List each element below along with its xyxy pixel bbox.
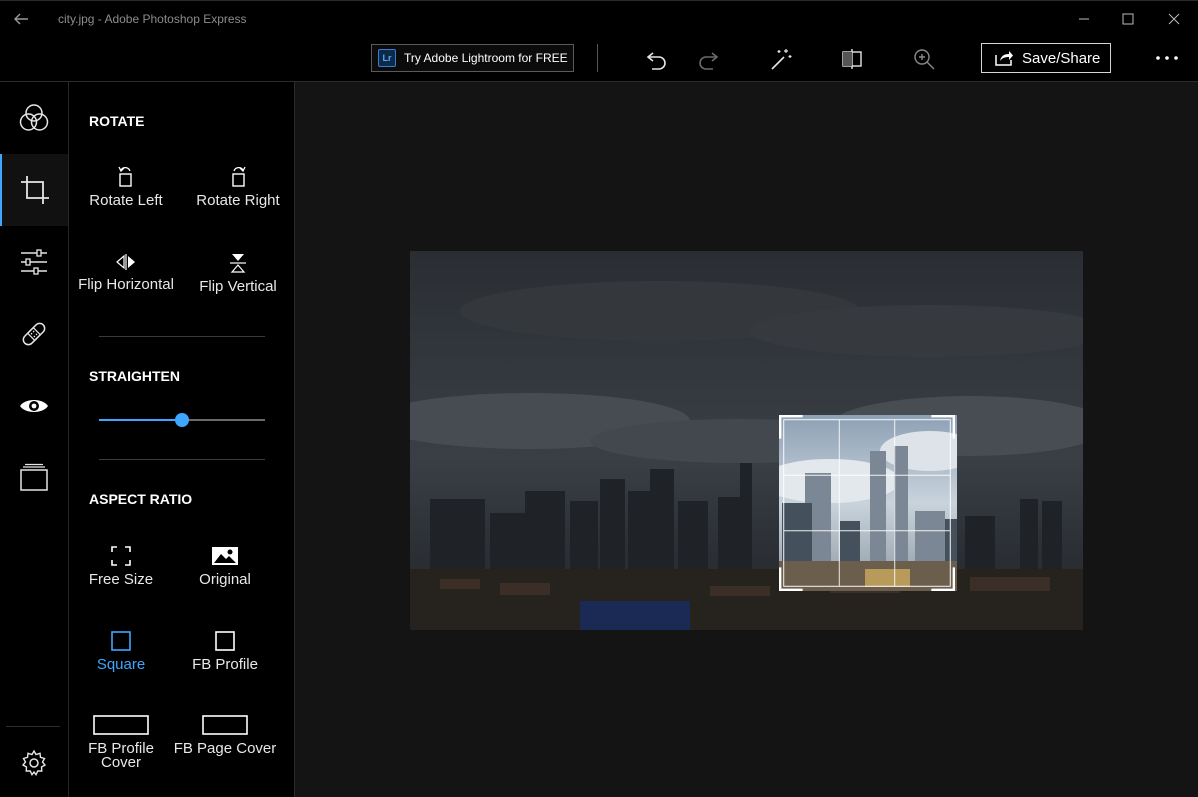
aspect-option-label: FB Profile Cover <box>88 740 154 771</box>
crop-handle-top-left <box>779 415 803 439</box>
top-toolbar: Lr Try Adobe Lightroom for FREE Save/Sha… <box>0 36 1198 82</box>
aspect-option-label: Free Size <box>88 571 154 588</box>
looks-icon <box>19 104 49 131</box>
square-icon <box>111 631 131 651</box>
rail-item-crop[interactable] <box>0 154 68 226</box>
aspect-option-label: FB Page Cover <box>173 740 277 757</box>
rail-item-borders[interactable] <box>0 442 68 514</box>
crop-panel: ROTATE Rotate Left Rotate Right Flip Hor… <box>69 82 295 797</box>
minimize-icon[interactable] <box>1074 9 1094 29</box>
rail-item-adjustments[interactable] <box>0 226 68 298</box>
rail-item-redeye[interactable] <box>0 370 68 442</box>
rotate-left-label: Rotate Left <box>89 192 163 209</box>
crop-handle-bottom-right <box>931 567 955 591</box>
image-icon <box>212 547 238 565</box>
maximize-icon[interactable] <box>1118 9 1138 29</box>
rotate-left-button[interactable]: Rotate Left <box>79 164 173 208</box>
editing-canvas <box>295 82 1198 797</box>
rotate-right-label: Rotate Right <box>196 192 280 209</box>
borders-icon <box>20 463 48 491</box>
fb-profile-icon <box>215 631 235 651</box>
straighten-slider-fill <box>99 419 182 421</box>
section-divider <box>99 459 265 460</box>
try-lightroom-label: Try Adobe Lightroom for FREE <box>404 51 568 65</box>
adjustments-icon <box>21 249 47 275</box>
rotate-section-title: ROTATE <box>89 113 145 129</box>
compare-icon[interactable] <box>839 46 865 72</box>
aspect-option-label: Square <box>96 656 146 673</box>
rotate-right-icon <box>232 166 246 187</box>
crop-handle-top-right <box>931 415 955 439</box>
save-share-button[interactable]: Save/Share <box>981 43 1111 73</box>
rail-item-settings[interactable] <box>0 727 68 797</box>
toolbar-divider <box>597 44 598 72</box>
straighten-section-title: STRAIGHTEN <box>89 368 180 384</box>
flip-vertical-label: Flip Vertical <box>199 278 277 295</box>
close-icon[interactable] <box>1164 9 1184 29</box>
aspect-fb-page-cover-button[interactable]: FB Page Cover <box>173 714 277 756</box>
aspect-original-button[interactable]: Original <box>177 545 273 587</box>
aspect-free-size-button[interactable]: Free Size <box>73 545 169 587</box>
title-bar: city.jpg - Adobe Photoshop Express <box>0 0 1198 36</box>
share-icon <box>995 51 1013 66</box>
magic-wand-icon[interactable] <box>768 46 794 72</box>
aspect-ratio-section-title: ASPECT RATIO <box>89 491 193 507</box>
fb-profile-cover-icon <box>93 715 149 735</box>
free-size-icon <box>111 546 131 566</box>
rotate-left-icon <box>118 166 132 187</box>
flip-vertical-button[interactable]: Flip Vertical <box>191 252 285 294</box>
rail-item-heal[interactable] <box>0 298 68 370</box>
flip-vertical-icon <box>230 254 246 273</box>
undo-icon[interactable] <box>644 46 670 72</box>
city-photo <box>410 251 1083 630</box>
flip-horizontal-label: Flip Horizontal <box>78 276 174 293</box>
section-divider <box>99 336 265 337</box>
rotate-right-button[interactable]: Rotate Right <box>191 164 285 208</box>
settings-gear-icon <box>21 749 47 777</box>
window-title: city.jpg - Adobe Photoshop Express <box>58 12 247 26</box>
aspect-square-button[interactable]: Square <box>73 630 169 672</box>
crop-handle-bottom-left <box>779 567 803 591</box>
heal-icon <box>22 322 46 346</box>
tool-rail <box>0 82 69 797</box>
try-lightroom-button[interactable]: Lr Try Adobe Lightroom for FREE <box>371 44 574 72</box>
back-arrow-icon[interactable] <box>10 9 32 29</box>
more-options-icon[interactable] <box>1152 48 1182 68</box>
flip-horizontal-button[interactable]: Flip Horizontal <box>73 252 179 292</box>
eye-icon <box>20 400 48 412</box>
aspect-fb-profile-cover-button[interactable]: FB Profile Cover <box>73 714 169 770</box>
zoom-in-icon[interactable] <box>911 46 937 72</box>
fb-page-cover-icon <box>202 715 248 735</box>
flip-horizontal-icon <box>116 254 135 270</box>
lightroom-logo-icon: Lr <box>378 49 396 67</box>
crop-selection[interactable] <box>779 415 955 591</box>
straighten-slider[interactable] <box>99 413 265 427</box>
redo-icon[interactable] <box>695 46 721 72</box>
aspect-fb-profile-button[interactable]: FB Profile <box>177 630 273 672</box>
rail-item-looks[interactable] <box>0 82 68 154</box>
aspect-option-label: Original <box>199 571 251 588</box>
save-share-label: Save/Share <box>1022 49 1101 67</box>
crop-icon <box>21 176 49 204</box>
aspect-option-label: FB Profile <box>192 656 258 673</box>
straighten-slider-thumb[interactable] <box>175 413 189 427</box>
